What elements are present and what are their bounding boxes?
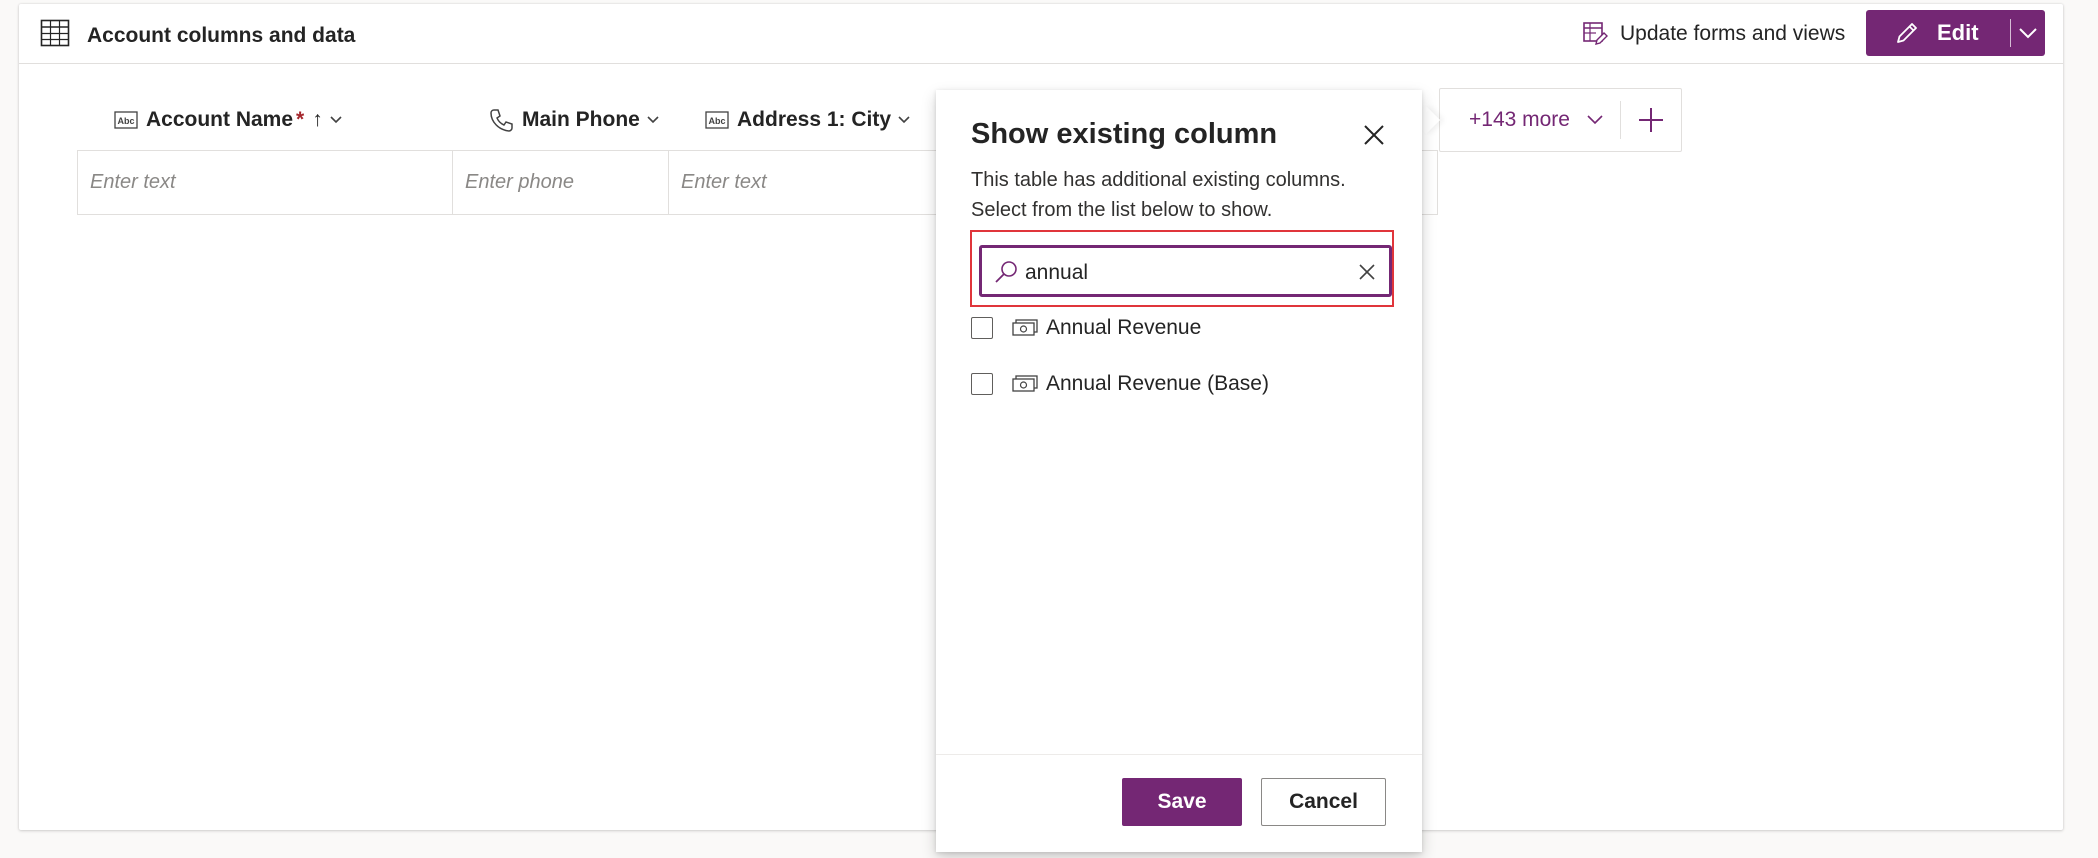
- close-icon: [1359, 264, 1375, 280]
- column-header-address-city[interactable]: Abc Address 1: City: [705, 100, 911, 140]
- column-label: Main Phone: [522, 108, 640, 131]
- page-title: Account columns and data: [87, 24, 356, 47]
- panel-description: This table has additional existing colum…: [971, 169, 1346, 221]
- more-columns-group: +143 more: [1439, 88, 1682, 152]
- chevron-down-icon: [329, 115, 343, 125]
- column-header-account-name[interactable]: Abc Account Name * ↑: [114, 100, 343, 140]
- panel-title: Show existing column: [971, 118, 1278, 150]
- more-columns-button[interactable]: +143 more: [1469, 89, 1604, 151]
- checkbox[interactable]: [971, 317, 993, 339]
- phone-icon: [488, 107, 514, 133]
- add-column-button[interactable]: [1621, 89, 1681, 151]
- close-icon: [1364, 125, 1384, 145]
- table-icon: [40, 19, 70, 47]
- option-annual-revenue-base[interactable]: Annual Revenue (Base): [971, 366, 1269, 402]
- clear-search-button[interactable]: [1351, 256, 1383, 288]
- currency-icon: [1012, 375, 1038, 393]
- cell-account-name: [78, 151, 453, 214]
- svg-text:Abc: Abc: [117, 116, 134, 126]
- chevron-down-icon: [1587, 115, 1603, 125]
- account-name-input[interactable]: [88, 170, 420, 195]
- update-forms-views-label: Update forms and views: [1620, 22, 1846, 45]
- search-highlight: [970, 230, 1394, 307]
- text-type-icon: Abc: [705, 111, 729, 129]
- show-existing-column-panel: Show existing column This table has addi…: [936, 90, 1422, 852]
- form-table-icon: [1583, 22, 1608, 45]
- currency-icon: [1012, 319, 1038, 337]
- svg-text:Abc: Abc: [708, 116, 725, 126]
- plus-icon: [1639, 108, 1663, 132]
- cell-main-phone: [453, 151, 669, 214]
- chevron-down-icon: [646, 115, 660, 125]
- column-header-main-phone[interactable]: Main Phone: [488, 100, 660, 140]
- update-forms-views-button[interactable]: Update forms and views: [1582, 16, 1845, 52]
- text-type-icon: Abc: [114, 111, 138, 129]
- edit-split-button: Edit: [1866, 10, 2045, 56]
- pencil-icon: [1897, 23, 1917, 43]
- edit-label: Edit: [1937, 20, 1979, 45]
- more-columns-label: +143 more: [1469, 108, 1570, 131]
- save-button[interactable]: Save: [1122, 778, 1242, 826]
- main-phone-input[interactable]: [463, 170, 652, 195]
- search-input[interactable]: [1023, 254, 1337, 292]
- search-box: [979, 245, 1392, 297]
- checkbox[interactable]: [971, 373, 993, 395]
- column-label: Address 1: City: [737, 108, 892, 131]
- sort-ascending-icon: ↑: [312, 108, 323, 131]
- column-label: Account Name: [146, 108, 294, 131]
- close-button[interactable]: [1357, 118, 1391, 152]
- option-label: Annual Revenue: [1046, 316, 1202, 339]
- chevron-down-icon: [897, 115, 911, 125]
- footer-divider: [936, 754, 1422, 755]
- edit-button[interactable]: Edit: [1866, 10, 2010, 56]
- edit-dropdown-button[interactable]: [2011, 10, 2045, 56]
- option-annual-revenue[interactable]: Annual Revenue: [971, 310, 1201, 346]
- option-label: Annual Revenue (Base): [1046, 372, 1269, 395]
- required-marker: *: [296, 108, 305, 131]
- search-icon: [995, 261, 1017, 283]
- cancel-button[interactable]: Cancel: [1261, 778, 1386, 826]
- chevron-down-icon: [2019, 28, 2037, 39]
- command-bar: Account columns and data Update forms an…: [19, 4, 2063, 64]
